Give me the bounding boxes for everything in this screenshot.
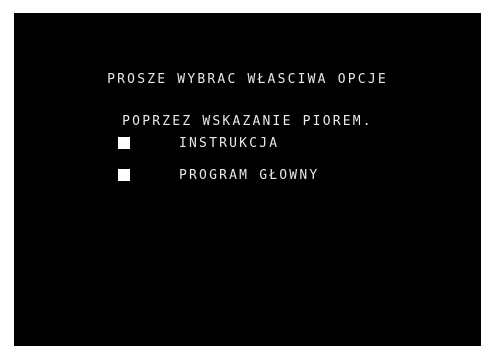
square-marker-icon[interactable] — [118, 137, 130, 149]
prompt-line-1: PROSZE WYBRAC WŁASCIWA OPCJE — [107, 72, 388, 87]
terminal-screen: PROSZE WYBRAC WŁASCIWA OPCJE POPRZEZ WSK… — [14, 13, 481, 346]
menu-option-instrukcja[interactable]: INSTRUKCJA — [118, 135, 279, 151]
menu-option-program-glowny[interactable]: PROGRAM GŁOWNY — [118, 167, 319, 183]
prompt-line-2: POPRZEZ WSKAZANIE PIOREM. — [122, 114, 373, 129]
square-marker-icon[interactable] — [118, 169, 130, 181]
menu-option-label: PROGRAM GŁOWNY — [179, 167, 320, 183]
menu-option-label: INSTRUKCJA — [179, 135, 280, 151]
